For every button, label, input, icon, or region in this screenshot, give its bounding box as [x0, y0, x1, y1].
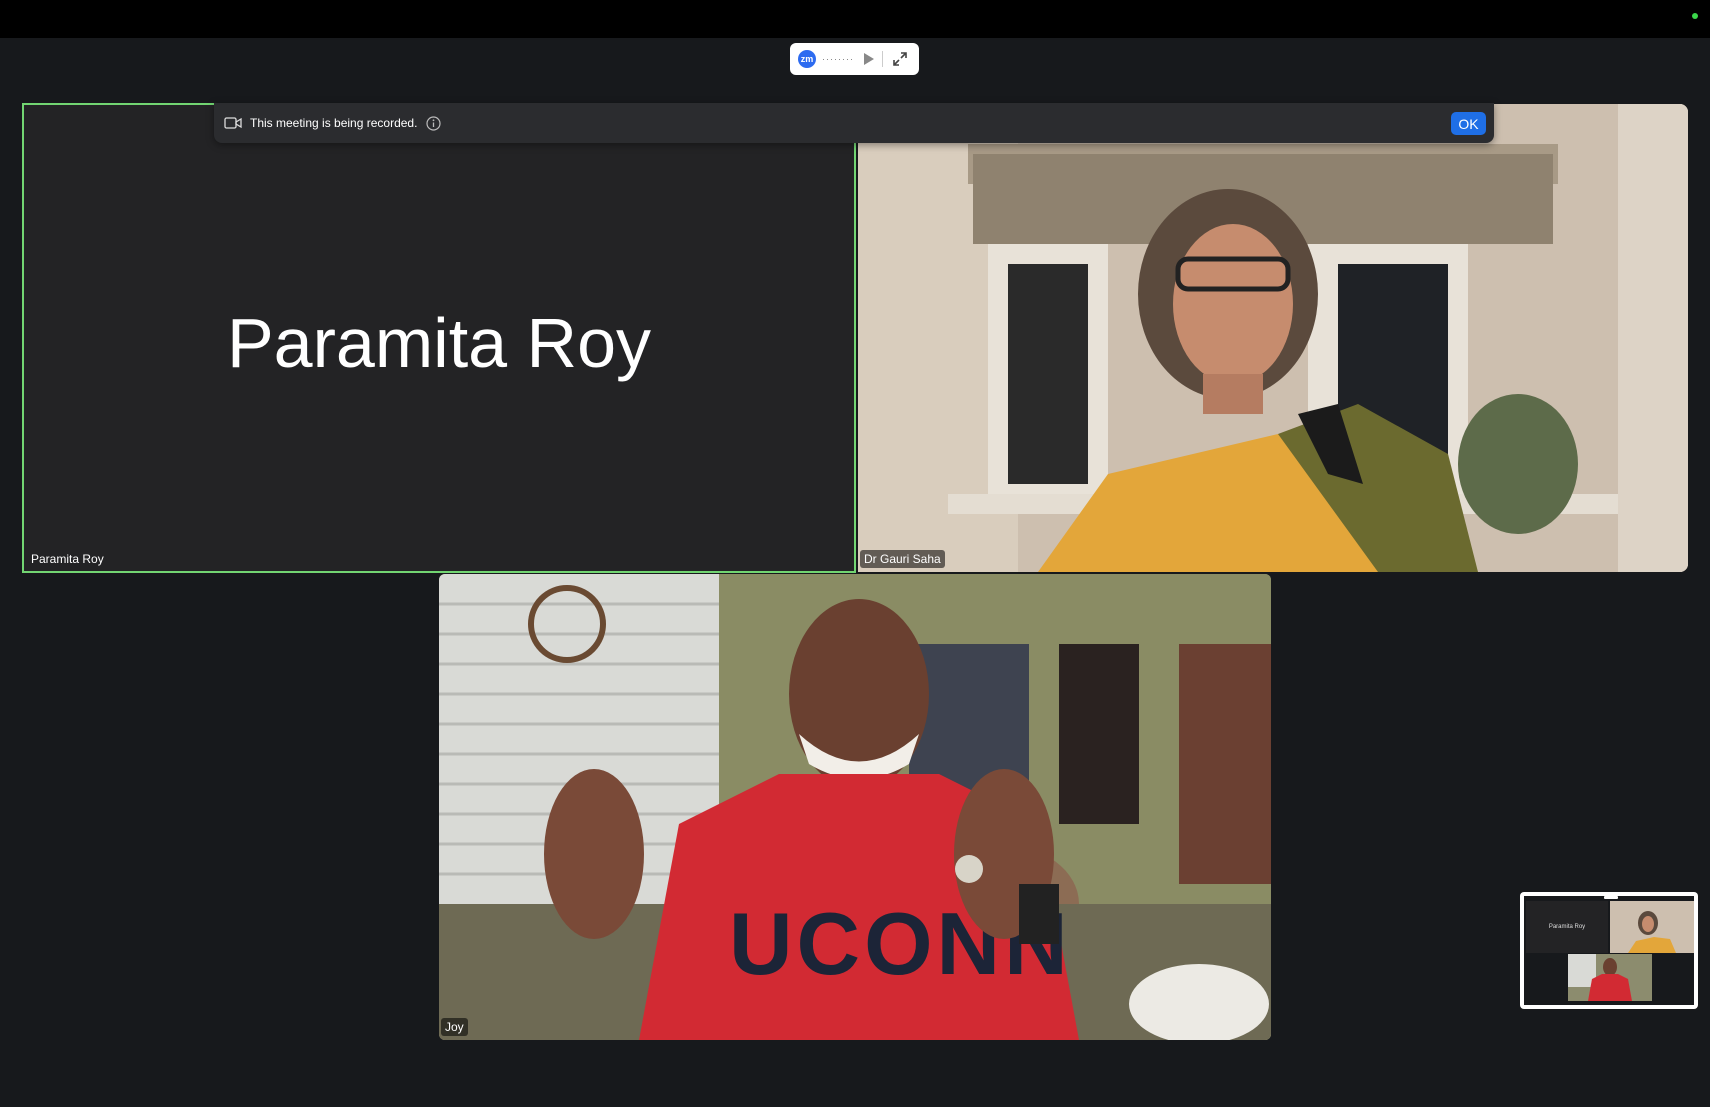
- ok-button[interactable]: OK: [1451, 112, 1486, 135]
- minimap-tile-paramita: Paramita Roy: [1526, 901, 1608, 953]
- participant-display-name: Paramita Roy: [226, 304, 652, 382]
- participant-video-feed: [858, 104, 1688, 572]
- minimap-tile-joy: [1568, 954, 1652, 1001]
- minimap-content: Paramita Roy: [1524, 896, 1694, 1005]
- participant-video-feed: UCONN: [439, 574, 1271, 1040]
- minimap-video-feed: [1568, 954, 1652, 1001]
- video-camera-icon: [224, 117, 242, 129]
- window-top-bar: [0, 0, 1710, 38]
- minimap-toolbar-indicator: [1604, 896, 1618, 899]
- participant-name-label: Joy: [441, 1018, 468, 1036]
- recording-notice-text: This meeting is being recorded.: [250, 116, 418, 130]
- gallery-minimap-thumbnail[interactable]: Paramita Roy: [1520, 892, 1698, 1009]
- floating-meeting-controls[interactable]: zm ········: [790, 43, 919, 75]
- zoom-logo-icon: zm: [798, 50, 816, 68]
- divider: [881, 51, 883, 67]
- participant-tile-dr-gauri-saha[interactable]: Dr Gauri Saha: [858, 104, 1688, 572]
- drag-handle-icon[interactable]: ········: [822, 54, 854, 64]
- participant-name-label: Paramita Roy: [31, 552, 104, 566]
- expand-icon[interactable]: [891, 50, 909, 68]
- info-icon[interactable]: [426, 115, 442, 131]
- minimap-video-feed: [1610, 901, 1694, 953]
- participant-tile-joy[interactable]: UCONN Joy: [439, 574, 1271, 1040]
- minimap-tile-gauri: [1610, 901, 1694, 953]
- recording-notice-banner: This meeting is being recorded. OK: [214, 103, 1494, 143]
- participant-tile-paramita-roy[interactable]: Paramita Roy Paramita Roy: [22, 103, 856, 573]
- participant-name-label: Dr Gauri Saha: [860, 550, 945, 568]
- play-icon[interactable]: [863, 53, 874, 65]
- status-indicator: [1692, 13, 1698, 19]
